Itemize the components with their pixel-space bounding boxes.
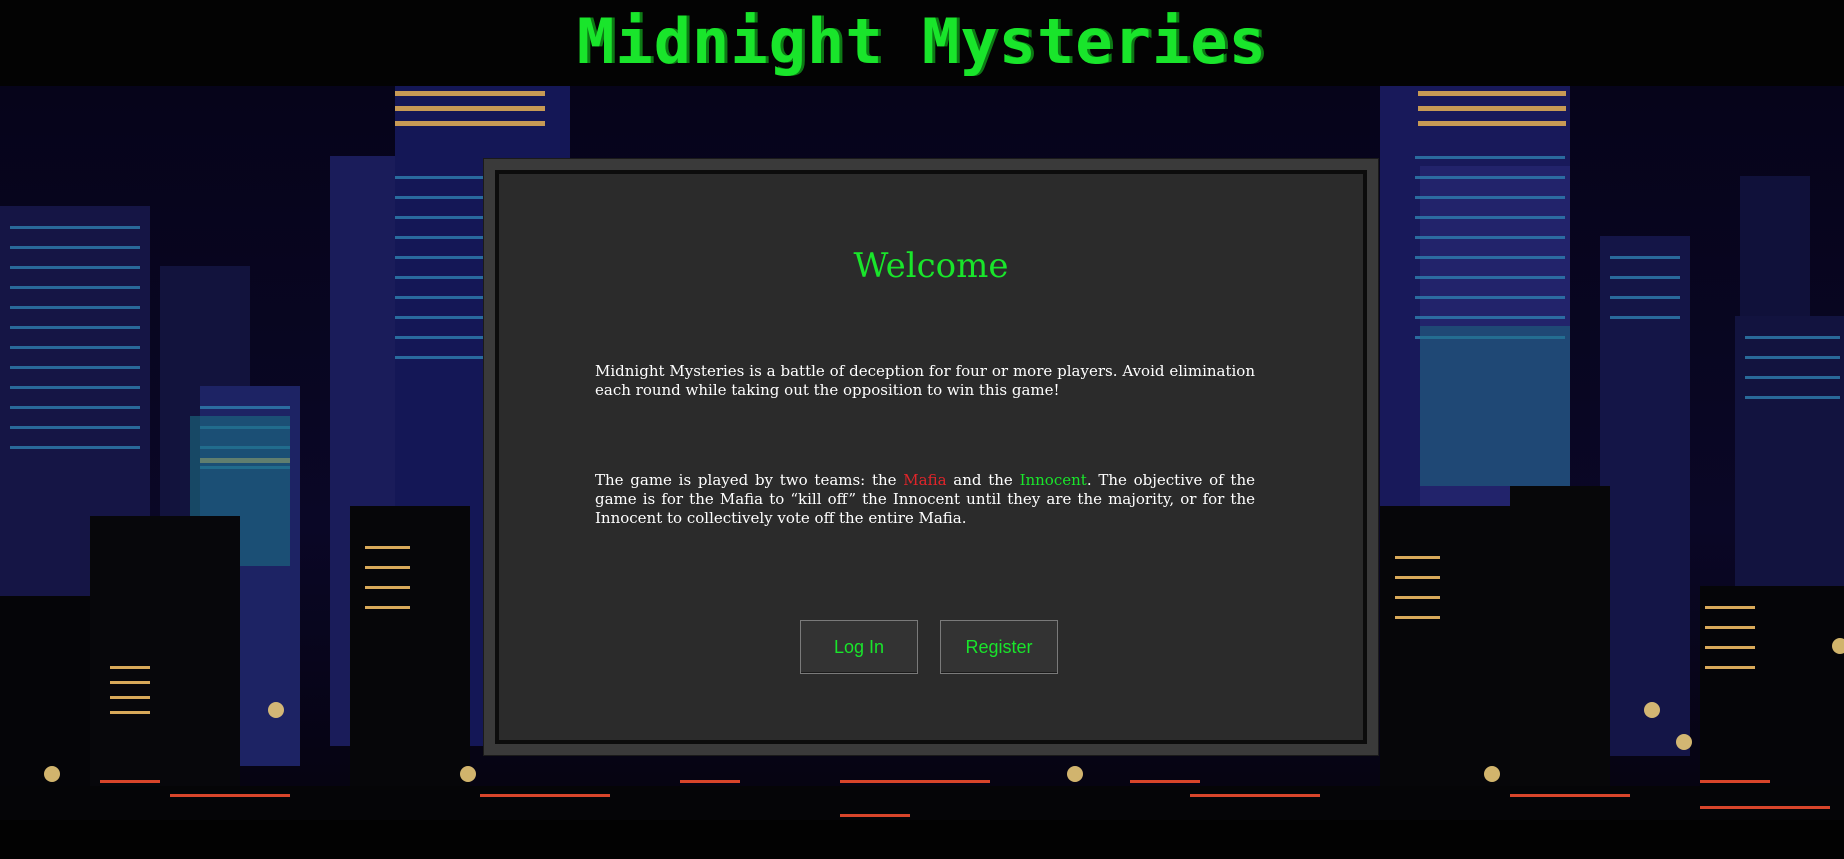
header-bar: Midnight Mysteries [0,0,1844,86]
site-title: Midnight Mysteries [577,5,1267,78]
teams-text-before: The game is played by two teams: the [595,471,904,489]
mafia-team-label: Mafia [903,471,947,489]
teams-text-between: and the [946,471,1020,489]
teams-paragraph: The game is played by two teams: the Maf… [595,471,1255,528]
bottom-strip [0,820,1844,859]
log-in-button[interactable]: Log In [800,620,918,674]
welcome-panel: Welcome Midnight Mysteries is a battle o… [495,170,1367,744]
intro-paragraph: Midnight Mysteries is a battle of decept… [595,362,1255,399]
innocent-team-label: Innocent [1019,471,1087,489]
welcome-panel-frame: Welcome Midnight Mysteries is a battle o… [484,159,1378,755]
welcome-heading: Welcome [853,246,1009,286]
register-button[interactable]: Register [940,620,1058,674]
